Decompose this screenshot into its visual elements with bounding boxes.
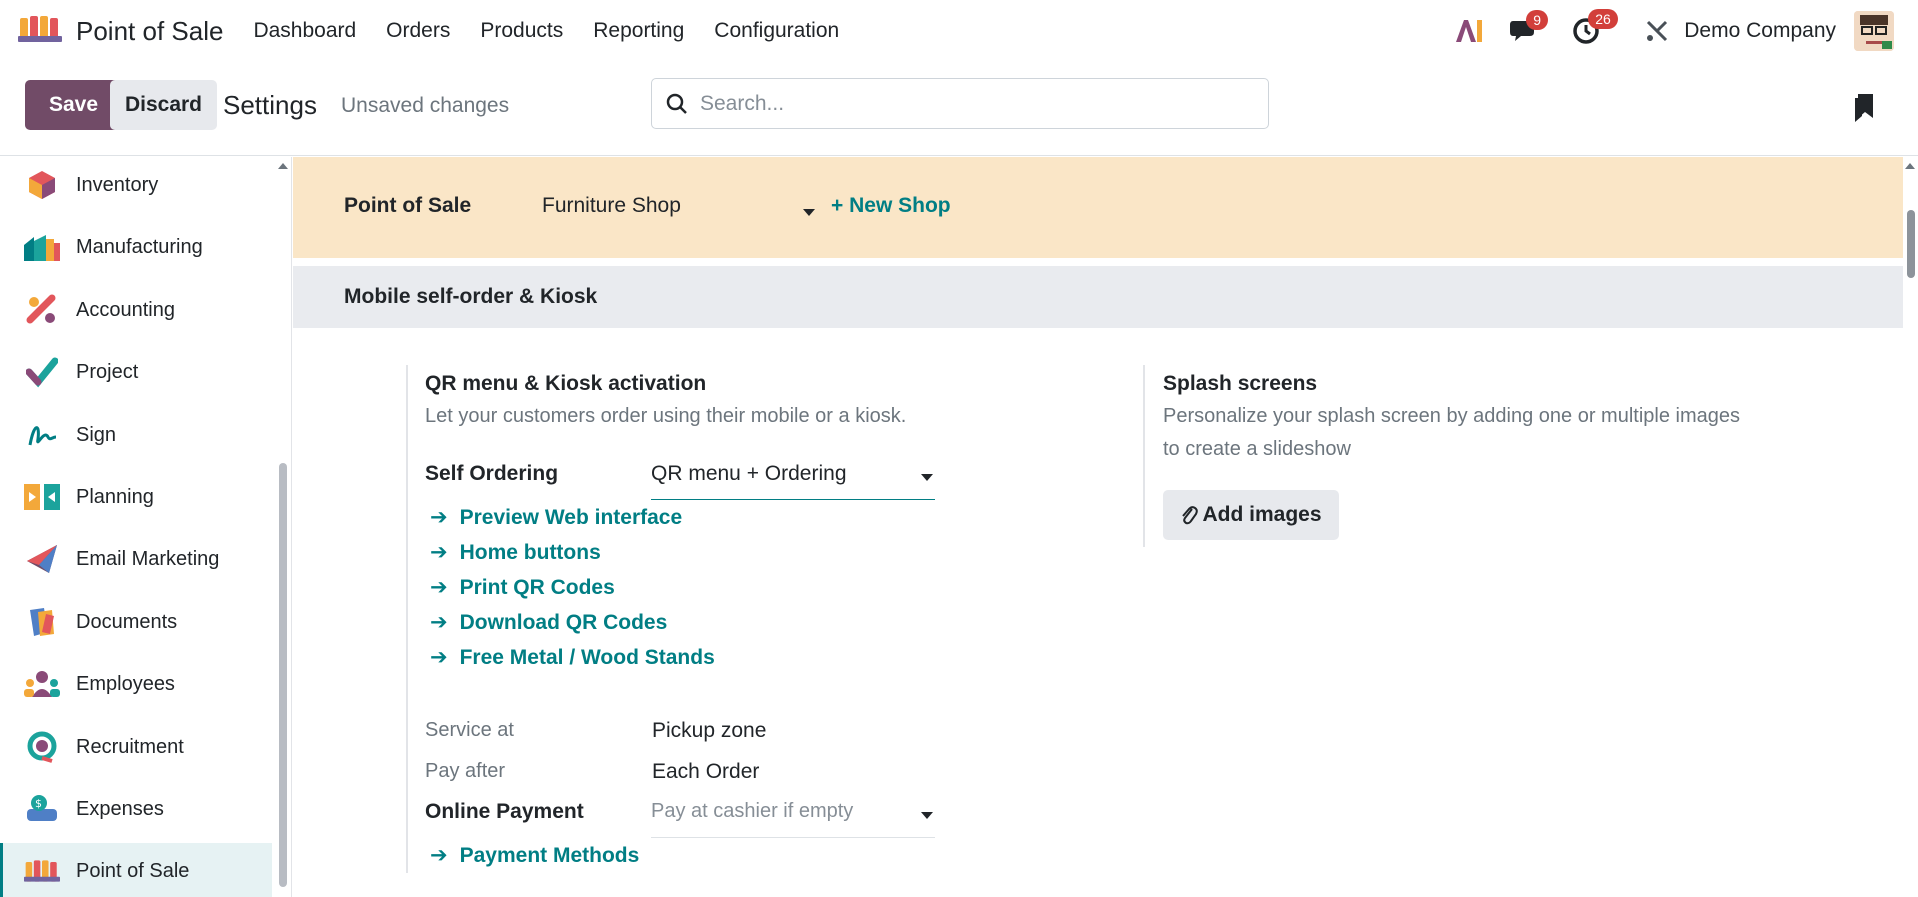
sidebar-item-documents[interactable]: Documents bbox=[0, 594, 272, 650]
expenses-icon: $ bbox=[24, 791, 60, 827]
save-button[interactable]: Save bbox=[25, 80, 122, 130]
service-at-label: Service at bbox=[425, 719, 514, 741]
menu-dashboard[interactable]: Dashboard bbox=[253, 19, 356, 43]
service-at-value[interactable]: Pickup zone bbox=[652, 719, 766, 743]
menu-products[interactable]: Products bbox=[480, 19, 563, 43]
section-header: Mobile self-order & Kiosk bbox=[293, 266, 1903, 328]
pos-label: Point of Sale bbox=[344, 194, 472, 217]
systray: 9 26 Demo Company bbox=[1454, 0, 1918, 62]
splash-description-line1: Personalize your splash screen by adding… bbox=[1163, 405, 1740, 427]
download-qr-codes-link[interactable]: ➔ Download QR Codes bbox=[430, 610, 667, 635]
discard-button[interactable]: Discard bbox=[110, 80, 217, 130]
manufacturing-icon bbox=[24, 229, 60, 265]
point-of-sale-logo-icon bbox=[18, 14, 62, 49]
self-ordering-label: Self Ordering bbox=[425, 462, 559, 485]
sidebar-item-expenses[interactable]: $ Expenses bbox=[0, 781, 272, 837]
sidebar-item-inventory[interactable]: Inventory bbox=[0, 157, 272, 213]
sidebar-item-sign[interactable]: Sign bbox=[0, 407, 272, 463]
sidebar-scrollbar-thumb[interactable] bbox=[279, 463, 287, 887]
pos-shop-selector-band: Point of Sale Furniture Shop + New Shop bbox=[293, 157, 1903, 258]
arrow-right-icon: ➔ bbox=[430, 611, 448, 634]
activities-badge: 26 bbox=[1588, 9, 1618, 29]
settings-content: Point of Sale Furniture Shop + New Shop … bbox=[293, 157, 1903, 897]
sign-icon bbox=[24, 417, 60, 453]
qr-setting-description: Let your customers order using their mob… bbox=[425, 405, 907, 427]
print-qr-codes-link[interactable]: ➔ Print QR Codes bbox=[430, 575, 615, 600]
sidebar-item-manufacturing[interactable]: Manufacturing bbox=[0, 219, 272, 275]
pay-after-label: Pay after bbox=[425, 760, 506, 782]
chevron-down-icon[interactable] bbox=[803, 204, 815, 222]
section-title: Mobile self-order & Kiosk bbox=[344, 285, 598, 308]
documents-icon bbox=[24, 604, 60, 640]
sidebar-item-accounting[interactable]: Accounting bbox=[0, 282, 272, 338]
menu-reporting[interactable]: Reporting bbox=[593, 19, 684, 43]
online-payment-select[interactable]: Pay at cashier if empty bbox=[651, 800, 935, 838]
control-panel: Save Discard Settings Unsaved changes bbox=[0, 62, 1918, 156]
main-scrollbar-thumb[interactable] bbox=[1907, 210, 1915, 278]
employees-icon bbox=[24, 666, 60, 702]
preview-web-interface-link[interactable]: ➔ Preview Web interface bbox=[430, 505, 682, 530]
company-switcher[interactable]: Demo Company bbox=[1684, 19, 1836, 43]
free-stands-link[interactable]: ➔ Free Metal / Wood Stands bbox=[430, 645, 715, 670]
arrow-right-icon: ➔ bbox=[430, 844, 448, 867]
paperclip-icon bbox=[1180, 504, 1199, 526]
email-marketing-icon bbox=[24, 541, 60, 577]
ai-icon[interactable] bbox=[1454, 18, 1484, 44]
qr-setting-title: QR menu & Kiosk activation bbox=[425, 372, 707, 395]
sidebar-item-employees[interactable]: Employees bbox=[0, 656, 272, 712]
payment-methods-link[interactable]: ➔ Payment Methods bbox=[430, 843, 639, 868]
home-buttons-link[interactable]: ➔ Home buttons bbox=[430, 540, 601, 565]
sidebar-item-point-of-sale[interactable]: Point of Sale bbox=[0, 843, 272, 897]
app-brand[interactable]: Point of Sale bbox=[18, 14, 223, 49]
bookmark-icon[interactable] bbox=[1853, 94, 1875, 127]
chevron-down-icon bbox=[921, 474, 933, 481]
setting-divider-right bbox=[1143, 365, 1145, 547]
unsaved-status: Unsaved changes bbox=[341, 94, 510, 117]
point-of-sale-icon bbox=[24, 853, 60, 889]
activities-icon[interactable]: 26 bbox=[1572, 9, 1618, 45]
online-payment-placeholder: Pay at cashier if empty bbox=[651, 800, 854, 822]
splash-setting-title: Splash screens bbox=[1163, 372, 1318, 395]
sidebar-item-planning[interactable]: Planning bbox=[0, 469, 272, 525]
main-menu: Dashboard Orders Products Reporting Conf… bbox=[253, 19, 869, 43]
setting-divider-left bbox=[406, 365, 408, 873]
messages-badge: 9 bbox=[1526, 10, 1549, 30]
search-input[interactable] bbox=[700, 91, 1240, 116]
sidebar-item-recruitment[interactable]: Recruitment bbox=[0, 719, 272, 775]
arrow-right-icon: ➔ bbox=[430, 506, 448, 529]
debug-tools-icon[interactable] bbox=[1644, 18, 1670, 44]
page-title: Settings bbox=[223, 90, 317, 120]
new-shop-button[interactable]: + New Shop bbox=[831, 194, 951, 218]
settings-sidebar: Inventory Manufacturing Accounting Proje… bbox=[0, 157, 292, 897]
chevron-down-icon bbox=[921, 812, 933, 819]
shop-select[interactable]: Furniture Shop bbox=[542, 194, 819, 218]
arrow-right-icon: ➔ bbox=[430, 576, 448, 599]
messages-icon[interactable]: 9 bbox=[1510, 10, 1549, 44]
search-icon bbox=[666, 93, 688, 115]
sidebar-item-project[interactable]: Project bbox=[0, 344, 272, 400]
svg-text:$: $ bbox=[35, 797, 42, 810]
accounting-icon bbox=[24, 292, 60, 328]
menu-configuration[interactable]: Configuration bbox=[714, 19, 839, 43]
arrow-right-icon: ➔ bbox=[430, 541, 448, 564]
self-ordering-value: QR menu + Ordering bbox=[651, 462, 847, 485]
pay-after-value[interactable]: Each Order bbox=[652, 760, 759, 784]
online-payment-label: Online Payment bbox=[425, 800, 584, 823]
arrow-right-icon: ➔ bbox=[430, 646, 448, 669]
menu-orders[interactable]: Orders bbox=[386, 19, 450, 43]
add-images-button[interactable]: Add images bbox=[1163, 490, 1339, 540]
inventory-icon bbox=[24, 167, 60, 203]
sidebar-item-email-marketing[interactable]: Email Marketing bbox=[0, 531, 272, 587]
top-navbar: Point of Sale Dashboard Orders Products … bbox=[0, 0, 1918, 62]
planning-icon bbox=[24, 479, 60, 515]
project-icon bbox=[24, 354, 60, 390]
user-avatar[interactable] bbox=[1854, 11, 1894, 51]
search-bar[interactable] bbox=[651, 78, 1269, 129]
recruitment-icon bbox=[24, 729, 60, 765]
self-ordering-select[interactable]: QR menu + Ordering bbox=[651, 462, 935, 500]
app-name[interactable]: Point of Sale bbox=[76, 16, 223, 47]
splash-description-line2: to create a slideshow bbox=[1163, 438, 1351, 460]
